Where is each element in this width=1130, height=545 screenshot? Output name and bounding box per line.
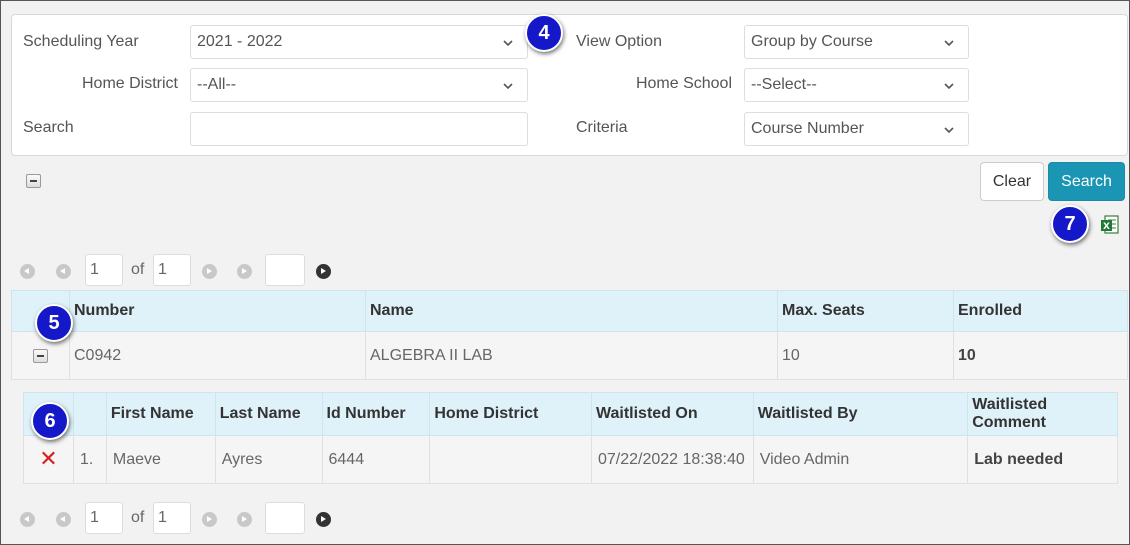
- chevron-down-icon: [944, 83, 954, 90]
- home-school-label: Home School: [635, 75, 732, 92]
- scheduling-year-value: 2021 - 2022: [197, 33, 283, 50]
- page-total: 1: [153, 254, 191, 286]
- waitlisted-on-cell: 07/22/2022 18:38:40: [590, 435, 754, 484]
- home-district-select[interactable]: --All--: [190, 68, 528, 102]
- collapse-filters-button[interactable]: [26, 174, 41, 188]
- previous-page-icon[interactable]: [56, 512, 71, 527]
- next-page-icon[interactable]: [202, 512, 217, 527]
- go-page-icon[interactable]: [316, 264, 331, 279]
- home-district-value: --All--: [197, 76, 237, 93]
- pager-of-label: of: [131, 509, 145, 526]
- waitlisted-comment-cell: Lab needed: [967, 435, 1118, 484]
- excel-export-icon[interactable]: X: [1100, 215, 1120, 235]
- home-district-label: Home District: [81, 75, 178, 92]
- remove-cell: ✕: [23, 435, 74, 484]
- search-label: Search: [23, 119, 74, 136]
- next-page-icon[interactable]: [202, 264, 217, 279]
- course-name: ALGEBRA II LAB: [365, 331, 778, 380]
- table-row[interactable]: ✕ 1. Maeve Ayres 6444 07/22/2022 18:38:4…: [23, 435, 1118, 484]
- column-header-enrolled[interactable]: Enrolled: [953, 290, 1128, 332]
- chevron-down-icon: [944, 127, 954, 134]
- page-total: 1: [153, 502, 191, 534]
- home-district-cell: [429, 435, 592, 484]
- first-name-cell: Maeve: [105, 435, 216, 484]
- view-option-value: Group by Course: [751, 33, 873, 50]
- page-number-input[interactable]: 1: [85, 502, 123, 534]
- first-page-icon[interactable]: [20, 512, 35, 527]
- index-column-header: [72, 392, 107, 436]
- pager-bottom: 1 of 1: [20, 502, 340, 536]
- pager-top: 1 of 1: [20, 254, 340, 288]
- search-button[interactable]: Search: [1048, 162, 1125, 201]
- column-header-first-name[interactable]: First Name: [105, 392, 216, 436]
- column-header-name[interactable]: Name: [365, 290, 778, 332]
- column-header-home-district[interactable]: Home District: [429, 392, 592, 436]
- filter-panel: Scheduling Year 2021 - 2022 View Option …: [11, 14, 1128, 156]
- criteria-select[interactable]: Course Number: [744, 112, 969, 146]
- first-page-icon[interactable]: [20, 264, 35, 279]
- last-page-icon[interactable]: [237, 512, 252, 527]
- column-header-last-name[interactable]: Last Name: [214, 392, 323, 436]
- callout-7: 7: [1051, 205, 1089, 243]
- last-page-icon[interactable]: [237, 264, 252, 279]
- waitlist-table: First Name Last Name Id Number Home Dist…: [23, 392, 1118, 484]
- view-option-label: View Option: [576, 33, 662, 50]
- previous-page-icon[interactable]: [56, 264, 71, 279]
- criteria-label: Criteria: [576, 119, 628, 136]
- course-enrolled: 10: [953, 331, 1128, 380]
- column-header-id-number[interactable]: Id Number: [321, 392, 431, 436]
- view-option-select[interactable]: Group by Course: [744, 25, 969, 59]
- collapse-row-button[interactable]: [33, 349, 48, 363]
- waitlist-table-header: First Name Last Name Id Number Home Dist…: [23, 392, 1118, 436]
- criteria-value: Course Number: [751, 120, 864, 137]
- column-header-waitlisted-by[interactable]: Waitlisted By: [752, 392, 969, 436]
- row-index: 1.: [72, 435, 107, 484]
- search-input[interactable]: [190, 112, 528, 146]
- column-header-waitlisted-on[interactable]: Waitlisted On: [590, 392, 754, 436]
- svg-text:X: X: [1103, 222, 1110, 232]
- column-header-max-seats[interactable]: Max. Seats: [777, 290, 954, 332]
- chevron-down-icon: [503, 83, 513, 90]
- remove-icon[interactable]: ✕: [39, 446, 57, 471]
- clear-button[interactable]: Clear: [980, 162, 1044, 201]
- callout-4: 4: [525, 14, 563, 52]
- page-number-input[interactable]: 1: [85, 254, 123, 286]
- waitlisted-by-cell: Video Admin: [752, 435, 969, 484]
- pager-of-label: of: [131, 261, 145, 278]
- home-school-value: --Select--: [751, 76, 817, 93]
- callout-5: 5: [35, 304, 73, 342]
- course-max-seats: 10: [777, 331, 954, 380]
- scheduling-year-select[interactable]: 2021 - 2022: [190, 25, 528, 59]
- scheduling-year-label: Scheduling Year: [23, 33, 139, 50]
- course-table: Number Name Max. Seats Enrolled C0942 AL…: [11, 290, 1128, 380]
- table-row[interactable]: C0942 ALGEBRA II LAB 10 10: [11, 331, 1128, 380]
- chevron-down-icon: [944, 40, 954, 47]
- id-number-cell: 6444: [321, 435, 431, 484]
- callout-6: 6: [31, 402, 69, 440]
- chevron-down-icon: [503, 40, 513, 47]
- course-number: C0942: [69, 331, 366, 380]
- goto-page-input[interactable]: [265, 502, 305, 534]
- column-header-waitlisted-comment[interactable]: Waitlisted Comment: [967, 392, 1118, 436]
- go-page-icon[interactable]: [316, 512, 331, 527]
- last-name-cell: Ayres: [214, 435, 323, 484]
- home-school-select[interactable]: --Select--: [744, 68, 969, 102]
- column-header-number[interactable]: Number: [69, 290, 366, 332]
- goto-page-input[interactable]: [265, 254, 305, 286]
- course-table-header: Number Name Max. Seats Enrolled: [11, 290, 1128, 332]
